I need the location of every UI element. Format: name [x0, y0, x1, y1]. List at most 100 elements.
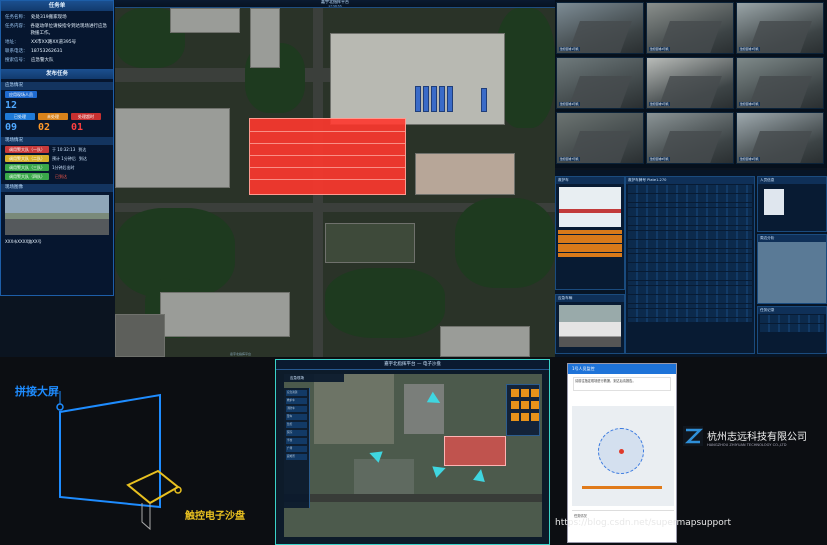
task-field: 任务名称： 处处319搬家现场: [5, 15, 67, 20]
area-map-panel[interactable]: 周边分析: [757, 234, 827, 304]
bus: [439, 86, 445, 112]
sand-layer-item[interactable]: 学校: [286, 438, 307, 444]
camera-label: 监控区域1号机: [559, 47, 580, 51]
camera-feed[interactable]: 监控区域5号机: [646, 57, 734, 109]
bus: [423, 86, 429, 112]
phone-message: 请前往指定现场进行救援，到达后请报告。: [573, 377, 671, 391]
camera-feed[interactable]: 监控区域9号机: [736, 112, 824, 164]
building: [160, 292, 290, 337]
tree-cluster: [325, 268, 445, 338]
company-name: 杭州志远科技有限公司: [707, 432, 807, 443]
camera-grid: 监控区域1号机 监控区域2号机 监控区域3号机监控区域4号机 监控区域5号机 监控区域6…: [555, 0, 827, 168]
phone-title: 1号人员监控: [568, 364, 676, 374]
camera-feed[interactable]: 监控区域2号机: [646, 2, 734, 54]
task-field: 联系电话： 18753262631: [5, 49, 63, 54]
company-z-icon: [683, 426, 703, 446]
control-button[interactable]: [521, 413, 529, 421]
person-photo: [764, 189, 784, 215]
site-tag[interactable]: 调用警大队（四队）: [5, 173, 49, 180]
control-button[interactable]: [531, 413, 539, 421]
sand-controls[interactable]: [506, 384, 540, 436]
sand-layer-item[interactable]: 医院: [286, 430, 307, 436]
control-button[interactable]: [511, 401, 519, 409]
sand-layer-list[interactable]: 应急资源救护车消防车警车监控医院学校广场避难所: [284, 388, 310, 508]
camera-feed[interactable]: 监控区域3号机: [736, 2, 824, 54]
sand-layer-item[interactable]: 应急资源: [286, 390, 307, 396]
wall-diagram: 拼接大屏 触控电子沙盘: [0, 357, 275, 545]
vehicle-panel: 救护车: [555, 176, 625, 290]
field: [325, 223, 415, 263]
stats-chip[interactable]: 应用现场人员: [5, 91, 37, 98]
phone-map[interactable]: [572, 406, 674, 506]
control-button[interactable]: [521, 389, 529, 397]
sand-label: 触控电子沙盘: [185, 511, 245, 522]
building: [115, 108, 230, 188]
stats-section-title: 应急情况: [1, 82, 113, 90]
building: [415, 153, 515, 195]
camera-feed[interactable]: 监控区域1号机: [556, 2, 644, 54]
sand-layer-item[interactable]: 监控: [286, 422, 307, 428]
sand-layer-item[interactable]: 警车: [286, 414, 307, 420]
camera-label: 监控区域3号机: [739, 47, 760, 51]
camera-feed[interactable]: 监控区域8号机: [646, 112, 734, 164]
task-field: 地址： XX市XX路XX道395号: [5, 40, 77, 45]
touch-sand-table[interactable]: 嘉宇北指挥平台 — 电子沙盘 应急现场 应急资源 救护车 消防车 警车 监控 医院 学校 广场…: [275, 359, 550, 545]
sand-map[interactable]: [284, 374, 542, 537]
building: [440, 326, 530, 357]
control-button[interactable]: [531, 389, 539, 397]
stat-count-pending: 02: [38, 122, 51, 133]
control-button[interactable]: [511, 389, 519, 397]
site-tag[interactable]: 调用警大队（二队）: [5, 155, 49, 162]
building: [170, 8, 240, 33]
site-tag[interactable]: 调用警大队（一队）: [5, 146, 49, 153]
site-section-title: 现场情况: [1, 137, 113, 145]
stat-count-handled: 09: [5, 122, 18, 133]
camera-label: 监控区域4号机: [559, 102, 580, 106]
map-footer: 嘉宇北指挥平台: [230, 352, 252, 356]
camera-label: 监控区域8号机: [649, 157, 670, 161]
person-panel: 人员信息: [757, 176, 827, 232]
person-panel-title: 人员信息: [758, 177, 826, 184]
direction-arrow: [473, 468, 487, 482]
camera-feed[interactable]: 监控区域7号机: [556, 112, 644, 164]
mobile-app[interactable]: 1号人员监控 请前往指定现场进行救援，到达后请报告。 任务情况: [567, 363, 677, 543]
stat-button-pending[interactable]: 未处理: [38, 113, 68, 120]
control-button[interactable]: [521, 401, 529, 409]
company-name-en: HANGZHOU ZHIYUAN TECHNOLOGY CO.,LTD: [707, 443, 787, 447]
platform-time: 17:58:55: [328, 4, 342, 8]
camera-feed[interactable]: 监控区域6号机: [736, 57, 824, 109]
scene-photo[interactable]: [5, 195, 109, 235]
dispatch-task-button[interactable]: 发布任务: [1, 69, 113, 79]
camera-label: 监控区域2号机: [649, 47, 670, 51]
building: [115, 314, 165, 357]
location-pin-icon: [619, 449, 624, 454]
badge: 应急车辆: [556, 295, 624, 302]
sand-layer-item[interactable]: 救护车: [286, 398, 307, 404]
map-panel-title: 周边分析: [758, 235, 826, 242]
stat-button-handled[interactable]: 已处理: [5, 113, 35, 120]
site-tag[interactable]: 调用警大队（三队）: [5, 164, 49, 171]
control-button[interactable]: [511, 413, 519, 421]
records-panel[interactable]: 救护车牌号 Plate1.270: [625, 176, 755, 354]
info-panels: 救护车 应急车辆 救护车牌号 Plate1.270 人员信息 周边分析 任务记录: [555, 170, 827, 357]
wall-label: 拼接大屏: [15, 385, 59, 398]
vehicle-plate: 救护车牌号 Plate1.270: [626, 177, 754, 184]
sand-table-outline: [126, 469, 180, 505]
sand-subtitle: 应急现场: [284, 374, 344, 382]
camera-feed[interactable]: 监控区域4号机: [556, 57, 644, 109]
sand-layer-item[interactable]: 消防车: [286, 406, 307, 412]
sand-layer-item[interactable]: 避难所: [286, 454, 307, 460]
sand-table-stand: [141, 503, 151, 531]
task-panel-title: 任务单: [1, 1, 113, 11]
control-button[interactable]: [531, 401, 539, 409]
watermark-url: https://blog.csdn.net/supermapsupport: [555, 518, 732, 528]
highlighted-building[interactable]: [249, 118, 406, 195]
task-field: 搜索信号： 应急警大队: [5, 58, 54, 63]
stat-button-timeout[interactable]: 处理超时: [71, 113, 101, 120]
platform-header: 嘉宇北指挥平台 17:58:55: [115, 0, 555, 8]
sand-layer-item[interactable]: 广场: [286, 446, 307, 452]
vehicle-photo: [559, 305, 621, 347]
3d-city-map[interactable]: [115, 8, 555, 357]
sand-highlighted-building[interactable]: [444, 436, 506, 466]
records-title: 任务记录: [758, 307, 826, 314]
